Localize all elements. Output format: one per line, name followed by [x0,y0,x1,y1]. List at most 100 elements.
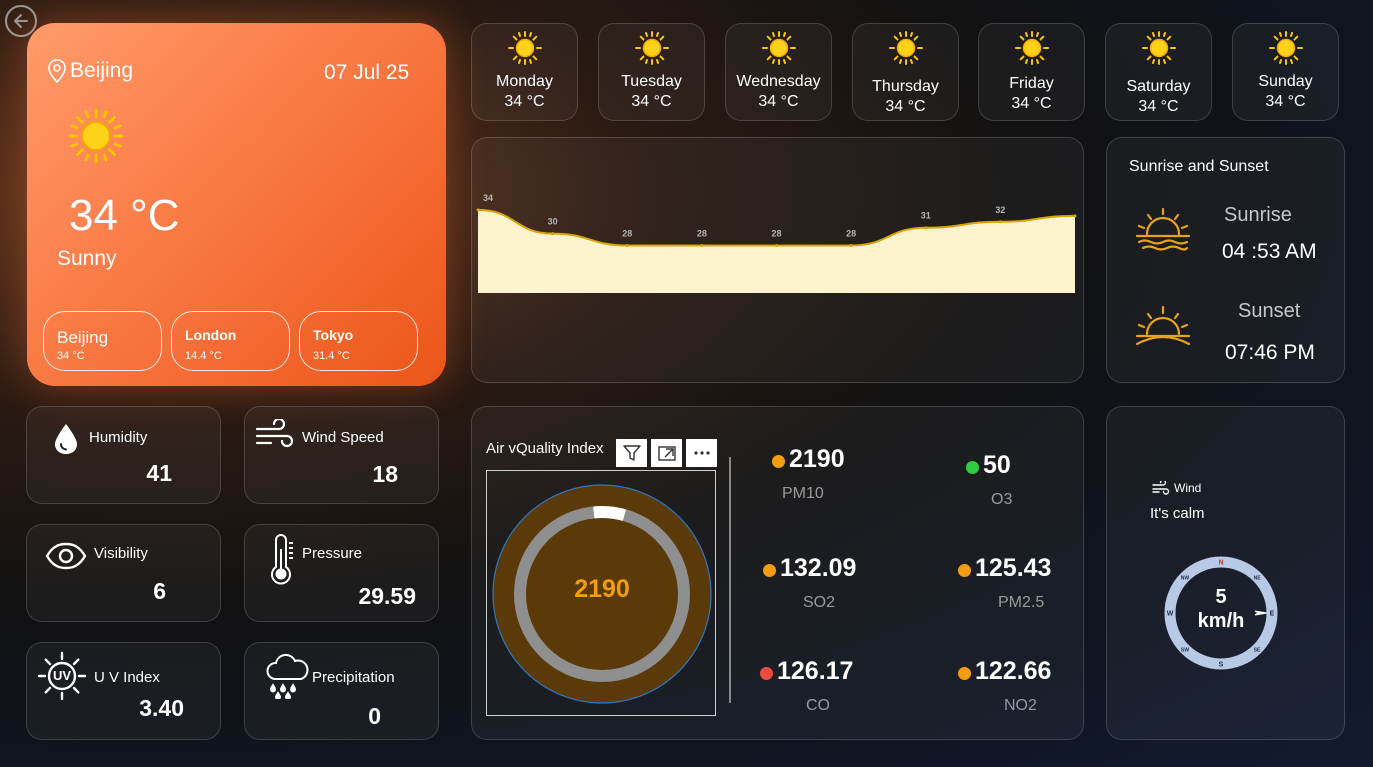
humidity-value: 41 [146,460,172,486]
wind-speed-value: 18 [372,461,398,487]
wind-speed-number: 5 [1215,586,1227,608]
sun-icon [1014,31,1049,65]
wind-speed-card: Wind Speed 18 [244,406,439,504]
forecast-day-thursday[interactable]: Thursday 34 °C [852,23,959,121]
temperature-data-label: 30 [548,217,558,227]
city-button-name: Beijing [57,328,109,347]
temperature-point[interactable] [924,226,928,230]
wind-speed-label: Wind Speed [302,429,384,446]
pollutant-value: 125.43 [975,554,1052,582]
pollutant-status-dot [958,564,971,577]
pollutant-value: 132.09 [780,554,857,582]
pollutant-value: 2190 [789,445,845,473]
wind-heading: Wind [1152,481,1201,495]
temperature-point[interactable] [1073,214,1077,218]
pressure-value: 29.59 [358,583,416,609]
air-quality-title: Air vQuality Index [486,440,604,457]
wind-icon [255,419,294,448]
temperature-point[interactable] [476,208,480,212]
temperature-area-chart: 34 30 28 28 28 28 31 32 [476,193,1077,293]
pollutant-status-dot [772,455,785,468]
forecast-day-temp: 34 °C [758,93,799,110]
pollutant-label: PM10 [782,485,824,502]
filter-button[interactable] [616,439,647,467]
sun-icon [634,31,669,65]
more-options-button[interactable] [686,439,717,467]
city-button-tokyo[interactable]: Tokyo 31.4 °C [299,311,418,371]
temperature-point[interactable] [700,244,704,247]
forecast-day-name: Tuesday [621,73,682,90]
visual-toolbar [616,439,717,467]
current-date: 07 Jul 25 [324,61,410,84]
forecast-day-temp: 34 °C [631,93,672,110]
pollutant-status-dot [760,667,773,680]
forecast-day-temp: 34 °C [885,98,926,115]
wind-heading-label: Wind [1174,481,1202,495]
forecast-day-wednesday[interactable]: Wednesday 34 °C [725,23,832,121]
current-city: Beijing [47,58,133,84]
sunrise-label: Sunrise [1224,204,1292,226]
thermometer-icon [271,534,293,585]
forecast-day-sunday[interactable]: Sunday 34 °C [1232,23,1339,121]
sunrise-sunset-card: Sunrise and Sunset Sunrise 04 :53 AM Sun… [1106,137,1345,383]
arrow-left-icon [14,14,28,28]
air-quality-card: Air vQuality Index 2190 2190 PM10 50 O3 132.… [471,406,1084,740]
precipitation-label: Precipitation [312,669,395,686]
forecast-day-tuesday[interactable]: Tuesday 34 °C [598,23,705,121]
aqi-gauge-fill [593,506,627,521]
humidity-card: Humidity 41 [26,406,221,504]
temperature-point[interactable] [551,232,555,236]
temperature-data-label: 34 [483,193,493,203]
city-button-name: London [185,327,237,343]
back-button[interactable] [5,5,37,37]
pollutant-value: 126.17 [777,657,854,685]
sun-icon [1141,31,1176,65]
focus-mode-button[interactable] [651,439,682,467]
forecast-day-name: Wednesday [736,73,821,90]
forecast-day-friday[interactable]: Friday 34 °C [978,23,1085,121]
temperature-data-label: 31 [921,211,931,221]
precipitation-card: Precipitation 0 [244,642,439,740]
temperature-point[interactable] [625,244,629,247]
visibility-value: 6 [153,578,166,604]
forecast-day-name: Monday [496,73,553,90]
forecast-day-temp: 34 °C [504,93,545,110]
visibility-card: Visibility 6 [26,524,221,622]
pollutant-label: PM2.5 [998,594,1045,611]
forecast-day-saturday[interactable]: Saturday 34 °C [1105,23,1212,121]
location-pin-icon [48,59,66,84]
aqi-gauge-visual[interactable]: 2190 [486,470,716,716]
city-name: Beijing [70,59,134,82]
humidity-label: Humidity [89,429,148,446]
temperature-data-label: 28 [622,229,632,239]
city-button-london[interactable]: London 14.4 °C [171,311,290,371]
uv-index-label: U V Index [94,669,160,686]
city-button-beijing[interactable]: Beijing 34 °C [43,311,162,371]
uv-index-value: 3.40 [139,695,184,721]
forecast-day-temp: 34 °C [1011,95,1052,112]
pollutant-label: CO [806,697,830,714]
sunrise-icon [1135,207,1191,251]
forecast-day-name: Thursday [872,78,939,95]
pollutant-label: SO2 [803,594,836,611]
ellipsis-icon [693,451,710,455]
sunrise-time: 04 :53 AM [1222,240,1317,263]
temperature-point[interactable] [775,244,778,247]
pollutant-label: O3 [991,491,1013,508]
eye-icon [45,542,87,570]
sun-icon [507,31,542,65]
temperature-point[interactable] [849,244,853,247]
temperature-point[interactable] [998,220,1002,224]
sunrise-sunset-title: Sunrise and Sunset [1129,158,1269,175]
pollutant-status-dot [966,461,979,474]
forecast-day-monday[interactable]: Monday 34 °C [471,23,578,121]
rain-cloud-icon [266,653,309,699]
forecast-day-name: Sunday [1258,73,1313,90]
current-condition: Sunny [57,247,117,270]
sunset-time: 07:46 PM [1225,341,1315,364]
temperature-data-label: 28 [846,229,856,239]
sunset-icon [1135,305,1191,346]
expand-icon [657,446,676,461]
compass-letter: SE [1254,648,1261,654]
forecast-day-name: Friday [1009,75,1054,92]
